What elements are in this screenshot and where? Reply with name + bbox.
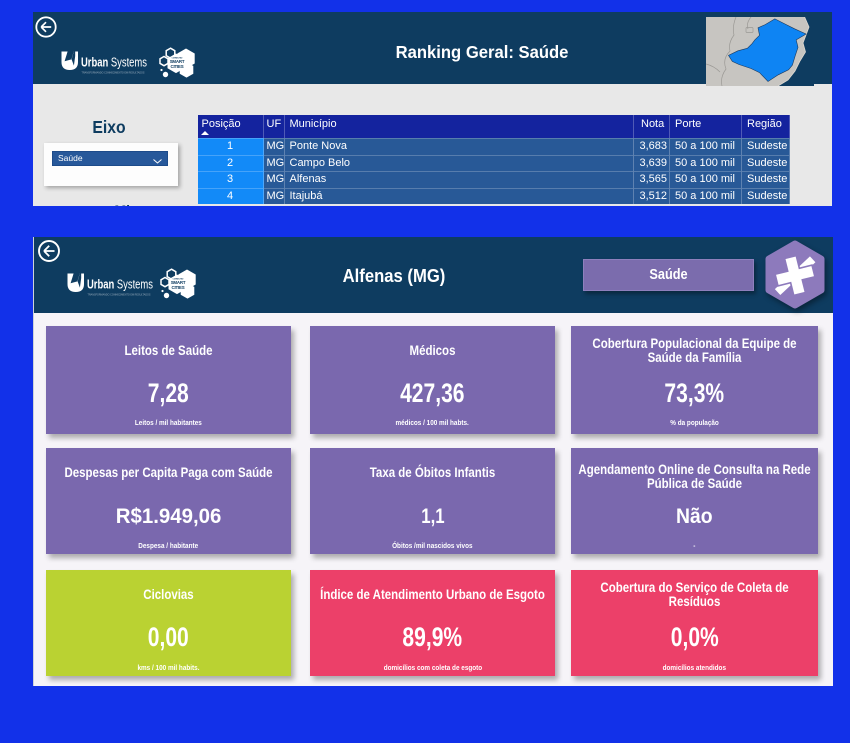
svg-text:Urban Systems: Urban Systems: [87, 277, 153, 291]
svg-text:CITIES: CITIES: [171, 64, 184, 69]
svg-text:CITIES: CITIES: [172, 285, 185, 290]
svg-text:TRANSFORMANDO CONHECIMENTO EM: TRANSFORMANDO CONHECIMENTO EM RESULTADOS: [88, 292, 151, 296]
svg-text:TRANSFORMANDO CONHECIMENTO EM: TRANSFORMANDO CONHECIMENTO EM RESULTADOS: [82, 70, 145, 74]
svg-text:Urban Systems: Urban Systems: [81, 55, 147, 69]
